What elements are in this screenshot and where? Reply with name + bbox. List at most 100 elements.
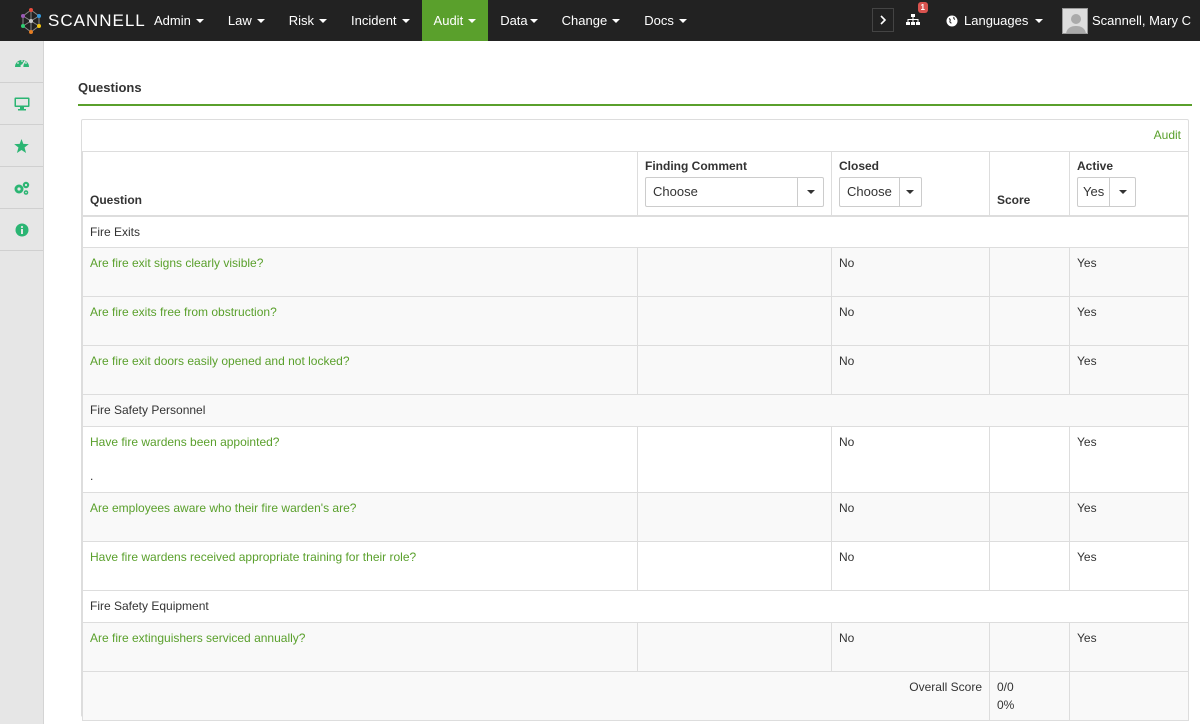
caret-down-icon xyxy=(806,189,815,194)
overall-score-label-cell: Overall Score xyxy=(82,671,990,721)
group-row: Fire Safety Equipment xyxy=(82,590,1189,623)
group-name: Fire Exits xyxy=(90,224,141,239)
nav-risk[interactable]: Risk xyxy=(277,0,339,41)
table-header-row: Question Finding Comment Choose Closed C… xyxy=(82,151,1189,217)
globe-icon xyxy=(946,15,958,26)
table-row: Are employees aware who their fire warde… xyxy=(82,492,1189,542)
sidebar xyxy=(0,41,44,724)
monitor-icon xyxy=(14,97,29,110)
caret-down-icon xyxy=(468,18,477,23)
question-link[interactable]: Have fire wardens been appointed? xyxy=(90,435,279,449)
group-name-cell: Fire Exits xyxy=(82,215,1189,248)
expand-button[interactable] xyxy=(872,8,894,32)
closed-cell: No xyxy=(831,247,990,297)
finding-comment-cell xyxy=(637,345,832,395)
score-cell xyxy=(989,247,1070,297)
group-name: Fire Safety Equipment xyxy=(90,599,209,613)
group-name-cell: Fire Safety Equipment xyxy=(82,590,1189,623)
closed-cell: No xyxy=(831,492,990,542)
question-cell: Are employees aware who their fire warde… xyxy=(82,492,638,542)
finding-comment-cell xyxy=(637,296,832,346)
question-link[interactable]: Have fire wardens received appropriate t… xyxy=(90,550,416,564)
table-row: Are fire exit doors easily opened and no… xyxy=(82,345,1189,395)
notification-badge: 1 xyxy=(917,2,928,13)
nav-law-label: Law xyxy=(227,13,252,28)
active-cell: Yes xyxy=(1069,345,1189,395)
active-dropdown-button[interactable] xyxy=(1109,177,1135,206)
title-divider xyxy=(78,104,1192,106)
score-header-label: Score xyxy=(997,192,1031,207)
overall-score-label: Overall Score xyxy=(909,680,982,694)
user-silhouette-icon xyxy=(1066,13,1086,33)
score-cell xyxy=(989,296,1070,346)
user-menu[interactable]: Scannell, Mary C xyxy=(1062,0,1191,41)
active-filter-value: Yes xyxy=(1083,184,1105,199)
finding-comment-dropdown-button[interactable] xyxy=(797,177,823,206)
sidebar-item-favorites[interactable] xyxy=(0,125,43,167)
closed-filter[interactable]: Choose xyxy=(839,176,922,207)
caret-down-icon xyxy=(1035,18,1044,23)
caret-down-icon xyxy=(529,18,538,23)
finding-comment-cell xyxy=(637,541,832,591)
nav-data[interactable]: Data xyxy=(488,0,549,41)
question-link[interactable]: Are fire exit signs clearly visible? xyxy=(90,256,263,270)
question-link[interactable]: Are fire exits free from obstruction? xyxy=(90,305,277,319)
nav-docs[interactable]: Docs xyxy=(632,0,699,41)
closed-cell: No xyxy=(831,296,990,346)
sidebar-item-monitor[interactable] xyxy=(0,83,43,125)
closed-dropdown-button[interactable] xyxy=(898,177,921,206)
questions-panel: Audit Question Finding Comment Choose Cl… xyxy=(81,119,1189,721)
org-chart-button[interactable]: 1 xyxy=(902,2,928,32)
question-cell: Are fire exit doors easily opened and no… xyxy=(82,345,638,395)
question-header-label: Question xyxy=(90,192,143,207)
nav-incident[interactable]: Incident xyxy=(339,0,422,41)
logo-text: SCANNELL xyxy=(48,10,146,30)
nav-admin-label: Admin xyxy=(154,13,191,28)
user-name: Scannell, Mary C xyxy=(1092,13,1191,28)
closed-cell: No xyxy=(831,622,990,672)
questions-table: Question Finding Comment Choose Closed C… xyxy=(82,151,1189,721)
overall-score-value: 0/0 xyxy=(997,680,1014,694)
active-filter[interactable]: Yes xyxy=(1077,176,1136,207)
closed-header-label: Closed xyxy=(839,158,880,173)
nav-law[interactable]: Law xyxy=(216,0,277,41)
languages-label: Languages xyxy=(964,13,1029,28)
column-header-finding-comment: Finding Comment Choose xyxy=(637,151,832,217)
question-link[interactable]: Are fire exit doors easily opened and no… xyxy=(90,354,350,368)
group-row: Fire Safety Personnel xyxy=(82,394,1189,427)
question-cell: Are fire extinguishers serviced annually… xyxy=(82,622,638,672)
top-navbar: SCANNELL Admin Law Risk Incident Audit D… xyxy=(0,0,1200,41)
column-header-question: Question xyxy=(82,151,638,217)
sidebar-item-dashboard[interactable] xyxy=(0,41,43,83)
column-header-closed: Closed Choose xyxy=(831,151,990,217)
closed-cell: No xyxy=(831,345,990,395)
active-header-label: Active xyxy=(1077,158,1114,173)
caret-down-icon xyxy=(195,18,204,23)
avatar xyxy=(1062,7,1088,34)
column-header-active: Active Yes xyxy=(1069,151,1189,217)
nav-admin[interactable]: Admin xyxy=(142,0,216,41)
audit-link[interactable]: Audit xyxy=(1154,128,1181,142)
app-logo[interactable]: SCANNELL xyxy=(20,0,146,41)
finding-comment-filter[interactable]: Choose xyxy=(645,176,824,207)
caret-down-icon xyxy=(319,18,327,23)
question-cell: Are fire exit signs clearly visible? xyxy=(82,247,638,297)
nav-change[interactable]: Change xyxy=(550,0,633,41)
active-cell: Yes xyxy=(1069,541,1189,591)
languages-menu[interactable]: Languages xyxy=(946,0,1044,41)
finding-comment-filter-value: Choose xyxy=(653,184,698,199)
nav-docs-label: Docs xyxy=(644,13,674,28)
table-row: Have fire wardens been appointed?. No Ye… xyxy=(82,426,1189,493)
nav-audit[interactable]: Audit xyxy=(421,0,489,41)
question-link[interactable]: Are fire extinguishers serviced annually… xyxy=(90,631,305,645)
nav-data-label: Data xyxy=(500,13,528,28)
sidebar-item-info[interactable] xyxy=(0,209,43,251)
question-cell: Are fire exits free from obstruction? xyxy=(82,296,638,346)
group-name-cell: Fire Safety Personnel xyxy=(82,394,1189,427)
caret-down-icon xyxy=(678,18,687,23)
sidebar-item-settings[interactable] xyxy=(0,167,43,209)
nav-change-label: Change xyxy=(561,13,608,28)
question-link[interactable]: Are employees aware who their fire warde… xyxy=(90,501,356,515)
table-row: Are fire exits free from obstruction? No… xyxy=(82,296,1189,346)
finding-comment-cell xyxy=(637,492,832,542)
